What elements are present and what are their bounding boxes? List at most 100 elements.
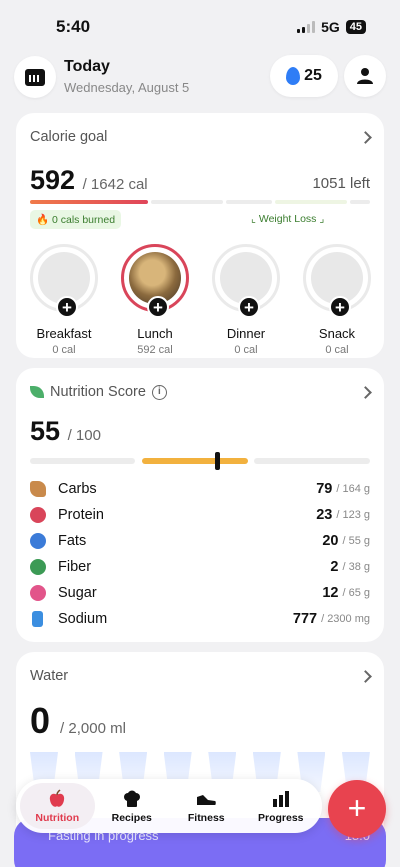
chef-hat-icon: [123, 790, 140, 807]
streak-button[interactable]: 25: [270, 55, 338, 97]
salt-shaker-icon: [32, 611, 43, 627]
add-breakfast-button[interactable]: +: [56, 296, 78, 318]
tab-label: Fitness: [187, 811, 225, 824]
nutrition-score-max: / 100: [67, 427, 101, 444]
nutrient-label: Sugar: [58, 585, 97, 601]
nutrition-score: 55 / 100: [30, 416, 101, 447]
meal-lunch[interactable]: + Lunch 592 cal: [121, 244, 189, 356]
nutrient-row-sodium: Sodium 777 / 2300 mg: [30, 608, 370, 630]
flame-icon: 🔥: [36, 214, 50, 226]
calorie-track-segment: [350, 200, 370, 204]
flame-icon: [286, 67, 301, 85]
calories-burned-label: 0 cals burned: [52, 214, 116, 226]
add-lunch-button[interactable]: +: [147, 296, 169, 318]
meal-ring: +: [303, 244, 371, 318]
nutrient-value: 777: [292, 611, 318, 627]
tab-progress[interactable]: Progress: [244, 783, 319, 829]
calorie-track-segment: [151, 200, 224, 204]
calorie-goal-title: Calorie goal: [30, 129, 108, 145]
nutrient-label: Fiber: [58, 559, 92, 575]
add-snack-button[interactable]: +: [329, 296, 351, 318]
meal-ring: +: [121, 244, 189, 318]
nutrient-value: 20: [322, 533, 339, 549]
meal-calories: 0 cal: [52, 344, 76, 356]
meal-ring: +: [212, 244, 280, 318]
meal-name: Snack: [318, 326, 356, 341]
nutrition-score-card[interactable]: Nutrition Score i 55 / 100 Carbs 79 / 16…: [16, 368, 384, 642]
chevron-right-icon: [359, 131, 372, 144]
water-amount: 0 / 2,000 ml: [30, 700, 126, 742]
chevron-right-icon: [359, 386, 372, 399]
wheat-icon: [30, 481, 46, 497]
nutrient-label: Fats: [58, 533, 87, 549]
info-icon[interactable]: i: [151, 384, 167, 400]
status-time: 5:40: [56, 17, 91, 36]
nutrient-row-fiber: Fiber 2 / 38 g: [30, 556, 370, 578]
nutrient-max: / 2300 mg: [321, 613, 370, 625]
score-marker: [215, 452, 220, 470]
meal-name: Lunch: [137, 326, 173, 341]
nutrient-value: 2: [330, 559, 339, 575]
leaf-icon: [30, 386, 44, 398]
tab-label: Recipes: [111, 811, 152, 824]
tab-recipes[interactable]: Recipes: [95, 783, 170, 829]
calories-consumed-value: 592: [30, 165, 76, 195]
meal-calories: 0 cal: [234, 344, 258, 356]
network-label: 5G: [321, 19, 340, 35]
nutrient-row-sugar: Sugar 12 / 65 g: [30, 582, 370, 604]
meal-ring: +: [30, 244, 98, 318]
header: Today Wednesday, August 5 25: [14, 54, 386, 98]
tab-fitness[interactable]: Fitness: [169, 783, 244, 829]
drumstick-icon: [30, 507, 46, 523]
nutrition-score-bar: [30, 452, 370, 470]
apple-icon: [50, 788, 65, 807]
add-dinner-button[interactable]: +: [238, 296, 260, 318]
nutrient-max: / 55 g: [342, 535, 370, 547]
signal-icon: [297, 21, 316, 33]
add-button[interactable]: +: [328, 780, 386, 838]
tab-nutrition[interactable]: Nutrition: [20, 783, 95, 829]
nutrient-max: / 65 g: [342, 587, 370, 599]
sneaker-icon: [197, 794, 216, 805]
nutrition-score-value: 55: [30, 416, 61, 446]
calorie-goal-card[interactable]: Calorie goal 592 / 1642 cal 1051 left 🔥 …: [16, 113, 384, 358]
user-icon: [357, 68, 373, 84]
page-title: Today: [64, 58, 110, 75]
weight-loss-badge: ⌞ Weight Loss ⌟: [251, 213, 325, 225]
battery-icon: 45: [345, 20, 366, 34]
candy-icon: [30, 585, 46, 601]
profile-button[interactable]: [344, 55, 386, 97]
nutrient-max: / 123 g: [336, 509, 370, 521]
nutrition-score-title: Nutrition Score: [50, 384, 146, 400]
nutrient-label: Carbs: [58, 481, 97, 497]
meal-calories: 0 cal: [325, 344, 349, 356]
weight-loss-zone: [275, 200, 348, 204]
streak-count: 25: [304, 67, 322, 84]
oil-drop-icon: [30, 533, 46, 549]
nutrition-score-header: Nutrition Score i: [30, 384, 167, 400]
calorie-progress-bar: [30, 200, 370, 204]
calendar-button[interactable]: [14, 56, 56, 98]
nutrient-row-carbs: Carbs 79 / 164 g: [30, 478, 370, 500]
nutrient-label: Protein: [58, 507, 104, 523]
nutrient-value: 12: [322, 585, 339, 601]
nutrient-value: 23: [316, 507, 333, 523]
tab-label: Nutrition: [35, 811, 80, 824]
nutrient-row-fats: Fats 20 / 55 g: [30, 530, 370, 552]
meal-calories: 592 cal: [137, 344, 173, 356]
calories-burned-badge: 🔥 0 cals burned: [30, 210, 122, 229]
weight-loss-label: Weight Loss: [258, 213, 317, 225]
water-amount-value: 0: [30, 700, 51, 741]
bottom-tab-bar: Nutrition Recipes Fitness Progress: [16, 779, 322, 833]
bar-chart-icon: [272, 790, 289, 807]
nutrient-row-protein: Protein 23 / 123 g: [30, 504, 370, 526]
meal-snack[interactable]: + Snack 0 cal: [303, 244, 371, 356]
calories-consumed: 592 / 1642 cal: [30, 165, 148, 196]
calorie-track-segment: [226, 200, 273, 204]
meal-dinner[interactable]: + Dinner 0 cal: [212, 244, 280, 356]
nutrient-max: / 164 g: [336, 483, 370, 495]
calories-goal: / 1642 cal: [82, 176, 148, 193]
status-bar: 5:40 5G 45: [0, 0, 400, 50]
meal-breakfast[interactable]: + Breakfast 0 cal: [30, 244, 98, 356]
broccoli-icon: [30, 559, 46, 575]
